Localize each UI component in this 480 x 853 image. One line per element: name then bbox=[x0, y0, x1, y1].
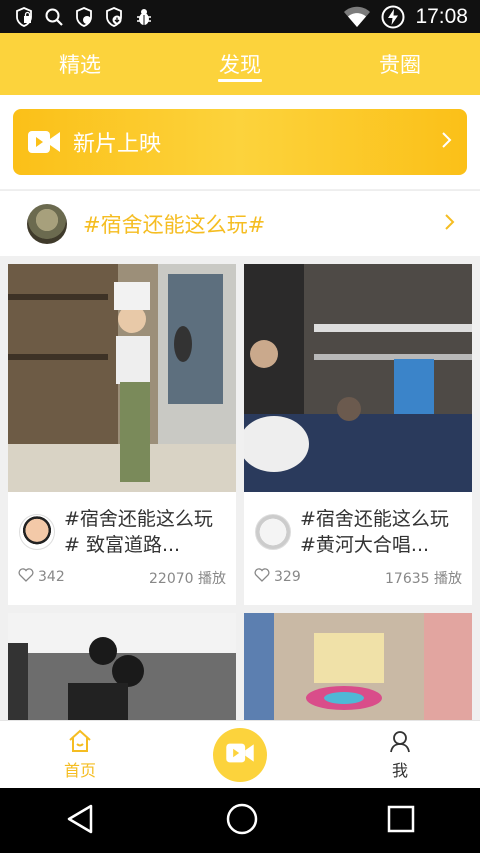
back-icon[interactable] bbox=[64, 802, 98, 840]
video-card[interactable]: #宿舍还能这么玩#黄河大合唱... 329 17635 播放 bbox=[244, 264, 472, 605]
author-avatar[interactable] bbox=[19, 514, 55, 550]
tab-label: 发现 bbox=[219, 53, 261, 77]
play-count: 22070 播放 bbox=[149, 571, 226, 587]
lock-app-icon bbox=[14, 6, 34, 27]
tab-circle[interactable]: 贵圈 bbox=[320, 33, 480, 95]
author-avatar[interactable] bbox=[255, 514, 291, 550]
video-thumbnail[interactable] bbox=[8, 264, 236, 492]
like-count-value: 329 bbox=[274, 569, 301, 585]
nav-me-label: 我 bbox=[391, 760, 408, 780]
like-count[interactable]: 342 bbox=[18, 568, 65, 586]
like-count[interactable]: 329 bbox=[254, 568, 301, 586]
tab-label: 贵圈 bbox=[379, 53, 421, 77]
chevron-right-icon bbox=[441, 131, 453, 153]
video-card[interactable] bbox=[8, 613, 236, 720]
heart-icon bbox=[18, 568, 34, 586]
tab-label: 精选 bbox=[59, 53, 101, 77]
system-nav-bar bbox=[0, 788, 480, 853]
new-releases-banner[interactable]: 新片上映 bbox=[13, 109, 467, 175]
like-count-value: 342 bbox=[38, 569, 65, 585]
home-icon bbox=[67, 729, 93, 757]
video-camera-icon bbox=[225, 741, 255, 769]
wifi-icon bbox=[343, 6, 371, 27]
play-count: 17635 播放 bbox=[385, 571, 462, 587]
video-thumbnail[interactable] bbox=[8, 613, 236, 720]
video-grid: #宿舍还能这么玩# 致富道路... 342 22070 播放 #宿舍还能这么玩#… bbox=[0, 256, 480, 720]
nav-record bbox=[160, 721, 320, 788]
topic-title: #宿舍还能这么玩# bbox=[83, 212, 266, 237]
status-time: 17:08 bbox=[415, 4, 468, 28]
banner-label: 新片上映 bbox=[73, 132, 162, 157]
tab-discover[interactable]: 发现 bbox=[160, 33, 320, 95]
topic-row[interactable]: #宿舍还能这么玩# bbox=[0, 190, 480, 256]
shield-icon bbox=[74, 6, 94, 27]
topic-avatar bbox=[27, 203, 67, 244]
bug-icon bbox=[134, 7, 154, 27]
nav-me[interactable]: 我 bbox=[320, 721, 480, 788]
recents-icon[interactable] bbox=[386, 804, 416, 838]
chevron-right-icon bbox=[444, 213, 456, 235]
battery-charging-icon bbox=[381, 5, 405, 29]
status-bar: 17:08 bbox=[0, 0, 480, 33]
record-video-button[interactable] bbox=[213, 727, 267, 782]
top-tab-bar: 精选 发现 贵圈 bbox=[0, 33, 480, 95]
card-body: #宿舍还能这么玩#黄河大合唱... 329 17635 播放 bbox=[244, 492, 472, 605]
card-title: #宿舍还能这么玩# 致富道路... bbox=[64, 508, 213, 556]
person-icon bbox=[388, 729, 412, 757]
video-thumbnail[interactable] bbox=[244, 264, 472, 492]
nav-home-label: 首页 bbox=[63, 760, 96, 780]
download-shield-icon bbox=[104, 6, 124, 27]
nav-home[interactable]: 首页 bbox=[0, 721, 160, 788]
card-body: #宿舍还能这么玩# 致富道路... 342 22070 播放 bbox=[8, 492, 236, 605]
bottom-nav: 首页 我 bbox=[0, 720, 480, 788]
heart-icon bbox=[254, 568, 270, 586]
tab-featured[interactable]: 精选 bbox=[0, 33, 160, 95]
search-icon bbox=[44, 7, 64, 27]
banner-section: 新片上映 bbox=[0, 95, 480, 189]
card-title: #宿舍还能这么玩#黄河大合唱... bbox=[300, 508, 449, 556]
video-thumbnail[interactable] bbox=[244, 613, 472, 720]
video-card[interactable] bbox=[244, 613, 472, 720]
video-camera-icon bbox=[27, 128, 61, 156]
video-card[interactable]: #宿舍还能这么玩# 致富道路... 342 22070 播放 bbox=[8, 264, 236, 605]
home-circle-icon[interactable] bbox=[225, 802, 259, 840]
